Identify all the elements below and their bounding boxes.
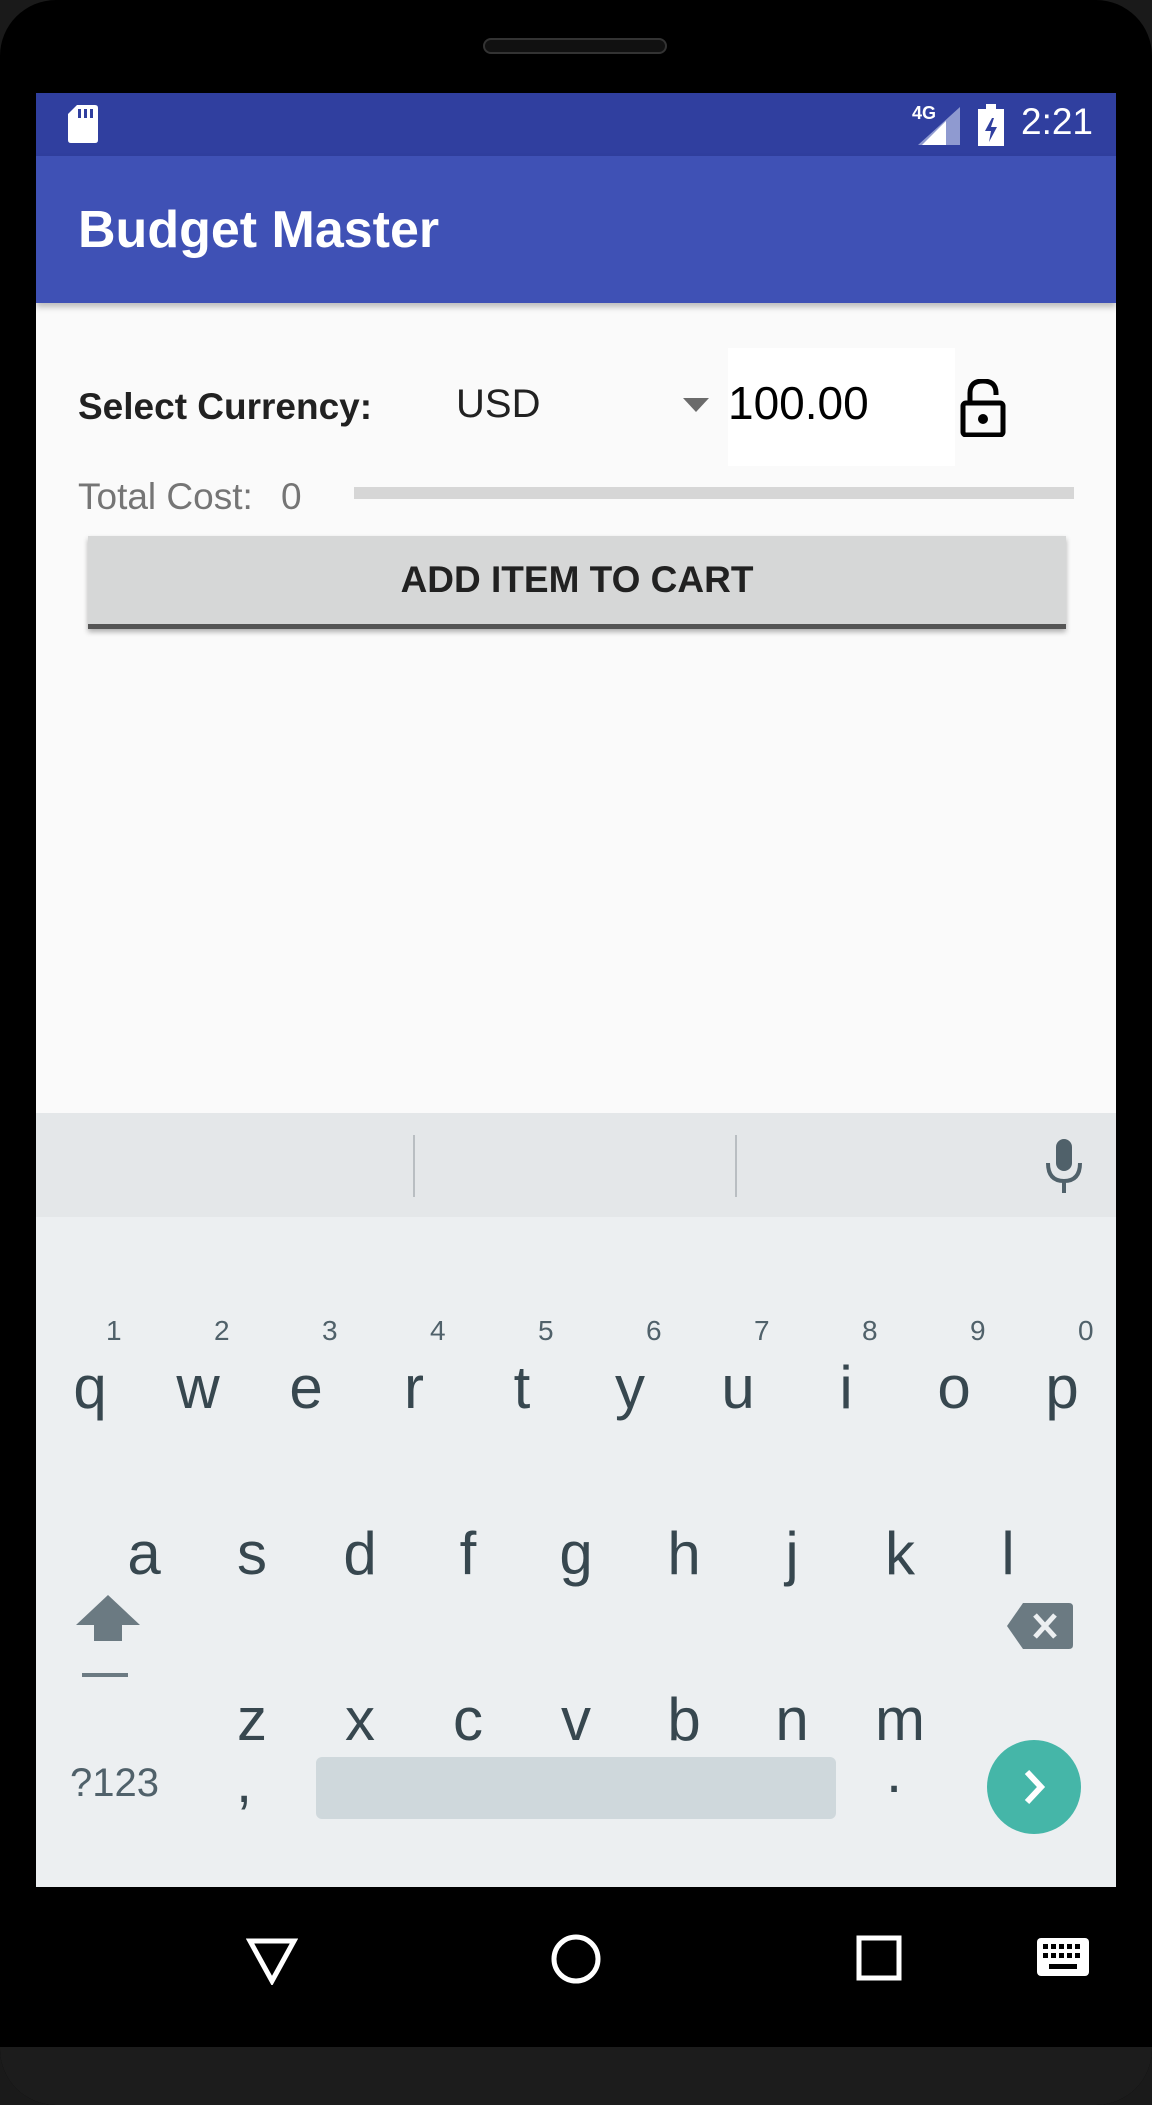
key-l[interactable]: l bbox=[954, 1519, 1062, 1588]
key-hint-number: 0 bbox=[1078, 1315, 1094, 1346]
lock-open-icon[interactable] bbox=[960, 379, 1006, 437]
key-hint-number: 2 bbox=[214, 1315, 230, 1346]
add-item-to-cart-label: ADD ITEM TO CART bbox=[400, 559, 754, 600]
key-o[interactable]: o bbox=[900, 1353, 1008, 1422]
total-cost-value: 0 bbox=[281, 476, 302, 517]
key-t[interactable]: t bbox=[468, 1353, 576, 1422]
key-j[interactable]: j bbox=[738, 1519, 846, 1588]
app-title: Budget Master bbox=[78, 201, 440, 259]
keyboard-switch-icon[interactable] bbox=[1037, 1938, 1089, 1976]
currency-selected-value: USD bbox=[456, 382, 541, 426]
phone-frame: 4G 2:21 Budget Master Select Currency: U… bbox=[0, 0, 1152, 2105]
key-p[interactable]: p bbox=[1008, 1353, 1116, 1422]
key-r[interactable]: r bbox=[360, 1353, 468, 1422]
go-key[interactable] bbox=[987, 1740, 1081, 1834]
key-n[interactable]: n bbox=[738, 1685, 846, 1754]
key-a[interactable]: a bbox=[90, 1519, 198, 1588]
mic-icon[interactable] bbox=[1044, 1139, 1084, 1195]
key-hint-number: 6 bbox=[646, 1315, 662, 1346]
key-hint-number: 8 bbox=[862, 1315, 878, 1346]
key-hint-number: 1 bbox=[106, 1315, 122, 1346]
key-u[interactable]: u bbox=[684, 1353, 792, 1422]
key-hint-number: 7 bbox=[754, 1315, 770, 1346]
screen: 4G 2:21 Budget Master Select Currency: U… bbox=[36, 93, 1116, 1887]
home-icon[interactable] bbox=[550, 1933, 602, 1985]
period-key[interactable]: . bbox=[886, 1739, 902, 1806]
recents-icon[interactable] bbox=[856, 1935, 902, 1981]
key-s[interactable]: s bbox=[198, 1519, 306, 1588]
backspace-icon[interactable] bbox=[1007, 1603, 1073, 1649]
key-k[interactable]: k bbox=[846, 1519, 954, 1588]
bottom-bezel bbox=[0, 2047, 1152, 2105]
key-hint-number: 5 bbox=[538, 1315, 554, 1346]
key-x[interactable]: x bbox=[306, 1685, 414, 1754]
key-z[interactable]: z bbox=[198, 1685, 306, 1754]
key-c[interactable]: c bbox=[414, 1685, 522, 1754]
key-hint-number: 4 bbox=[430, 1315, 446, 1346]
sd-card-icon bbox=[68, 105, 98, 143]
suggestion-divider bbox=[413, 1135, 415, 1197]
symbols-key[interactable]: ?123 bbox=[70, 1761, 159, 1806]
key-g[interactable]: g bbox=[522, 1519, 630, 1588]
status-bar: 4G 2:21 bbox=[36, 93, 1116, 156]
key-e[interactable]: e bbox=[252, 1353, 360, 1422]
navigation-bar bbox=[0, 1887, 1152, 2047]
go-arrow-icon bbox=[1024, 1769, 1046, 1805]
soft-keyboard: q1w2e3r4t5y6u7i8o9p0 asdfghjkl zxcvbnm ?… bbox=[36, 1113, 1116, 1887]
key-b[interactable]: b bbox=[630, 1685, 738, 1754]
earpiece-speaker bbox=[483, 38, 667, 54]
key-h[interactable]: h bbox=[630, 1519, 738, 1588]
status-clock: 2:21 bbox=[1021, 101, 1094, 142]
budget-amount-input[interactable]: 100.00 bbox=[728, 348, 955, 466]
back-icon[interactable] bbox=[246, 1937, 298, 1985]
key-q[interactable]: q bbox=[36, 1353, 144, 1422]
currency-dropdown[interactable]: USD bbox=[456, 368, 756, 448]
key-d[interactable]: d bbox=[306, 1519, 414, 1588]
dropdown-arrow-icon bbox=[683, 398, 709, 412]
suggestion-divider bbox=[735, 1135, 737, 1197]
signal-icon bbox=[918, 107, 960, 145]
key-y[interactable]: y bbox=[576, 1353, 684, 1422]
key-v[interactable]: v bbox=[522, 1685, 630, 1754]
key-hint-number: 9 bbox=[970, 1315, 986, 1346]
app-bar: Budget Master bbox=[36, 156, 1116, 303]
add-item-to-cart-button[interactable]: ADD ITEM TO CART bbox=[88, 536, 1066, 629]
space-key[interactable] bbox=[316, 1757, 836, 1819]
battery-icon bbox=[978, 104, 1004, 146]
budget-progress-bar bbox=[354, 487, 1074, 499]
key-i[interactable]: i bbox=[792, 1353, 900, 1422]
comma-key[interactable]: , bbox=[236, 1749, 252, 1816]
shift-icon[interactable] bbox=[76, 1595, 140, 1681]
budget-amount-value: 100.00 bbox=[728, 377, 869, 429]
key-f[interactable]: f bbox=[414, 1519, 522, 1588]
key-w[interactable]: w bbox=[144, 1353, 252, 1422]
suggestion-strip bbox=[36, 1113, 1116, 1217]
total-cost-label: Total Cost: bbox=[78, 476, 253, 517]
key-hint-number: 3 bbox=[322, 1315, 338, 1346]
currency-label: Select Currency: bbox=[78, 386, 373, 427]
